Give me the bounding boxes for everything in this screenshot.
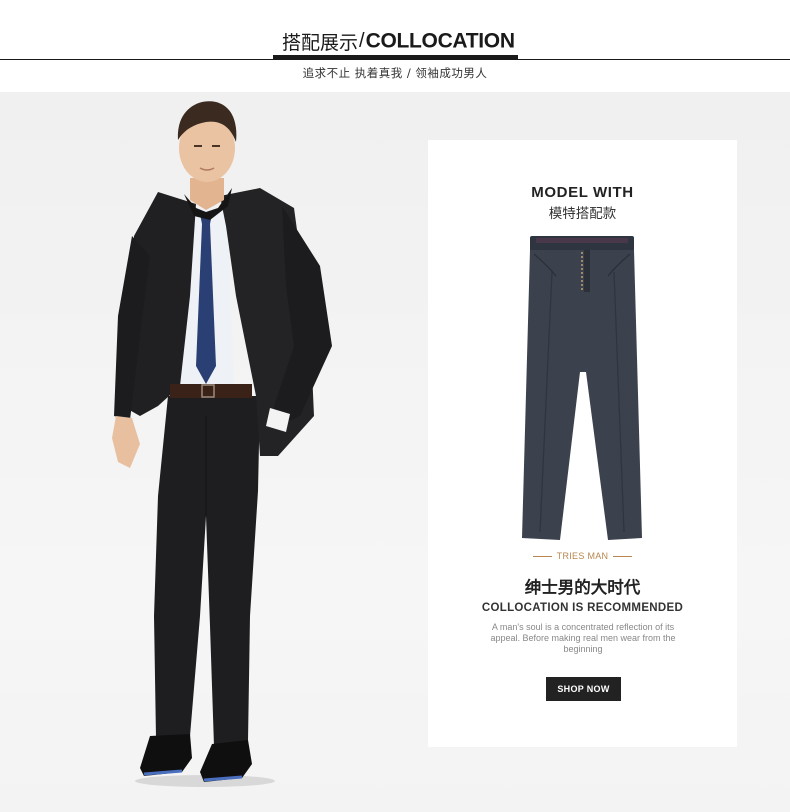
card-title-cn: 模特搭配款 <box>548 206 617 222</box>
male-model-photo <box>112 101 332 787</box>
section-subtitle: 追求不止 执着真我 / 领袖成功男人 <box>302 66 488 80</box>
trousers-product-photo[interactable] <box>516 232 648 542</box>
section-title-cn: 搭配展示 <box>282 32 359 54</box>
section-title-separator: / <box>359 30 365 52</box>
header-divider <box>0 59 790 60</box>
product-description: A man's soul is a concentrated reflectio… <box>490 622 676 654</box>
brand-dash-left <box>532 556 552 558</box>
section-header: 搭配展示/COLLOCATION 追求不止 执着真我 / 领袖成功男人 <box>0 0 790 92</box>
brand-name: TRIES MAN <box>556 551 609 561</box>
section-title-en: COLLOCATION <box>365 29 515 53</box>
shop-now-button[interactable]: SHOP NOW <box>546 677 621 701</box>
section-title: 搭配展示/COLLOCATION <box>282 28 515 56</box>
slogan-en: COLLOCATION IS RECOMMENDED <box>481 602 684 614</box>
card-title-en: MODEL WITH <box>531 184 634 201</box>
product-card: MODEL WITH 模特搭配款 TRIES MAN 绅士男的大时代 COLLO… <box>428 140 737 747</box>
brand-line: TRIES MAN <box>428 551 737 561</box>
brand-dash-right <box>613 556 633 558</box>
slogan-cn: 绅士男的大时代 <box>524 578 641 597</box>
